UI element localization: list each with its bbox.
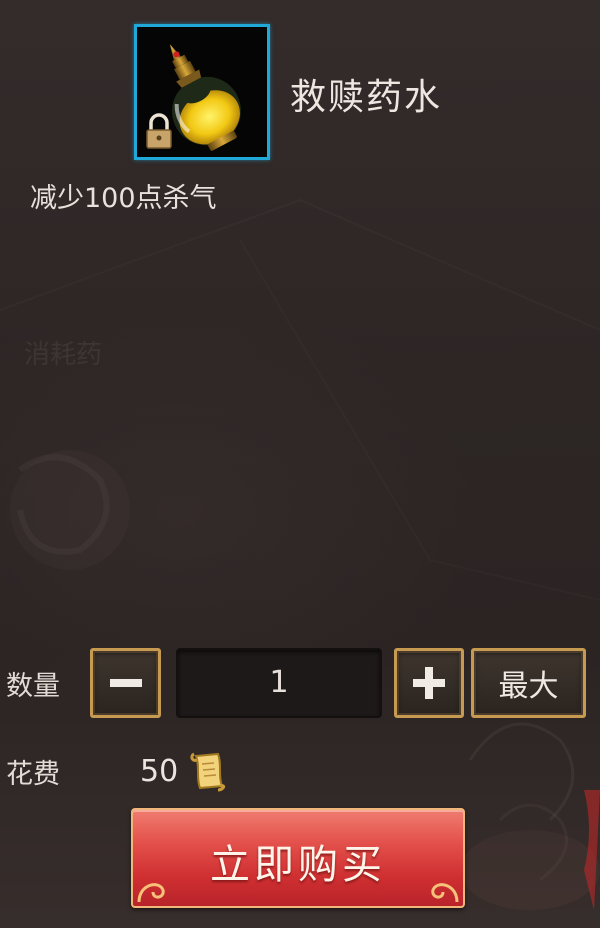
background-decoration <box>10 450 600 910</box>
scroll-currency-icon <box>190 752 226 792</box>
minus-icon <box>109 679 142 687</box>
potion-bottle-icon <box>146 44 241 151</box>
shop-purchase-panel: 消耗药 救赎药水 减少100点杀气 数量 1 最大 花费 50 立即购买 <box>0 0 600 928</box>
increase-quantity-button[interactable] <box>394 648 464 718</box>
decrease-quantity-button[interactable] <box>90 648 161 718</box>
quantity-label: 数量 <box>6 671 60 702</box>
lock-icon <box>146 113 172 149</box>
faded-background-text: 消耗药 <box>24 340 103 370</box>
plus-icon <box>413 667 445 699</box>
cost-value: 50 <box>140 754 179 789</box>
quantity-input[interactable]: 1 <box>176 648 382 718</box>
buy-now-label: 立即购买 <box>210 842 386 888</box>
item-name: 救赎药水 <box>290 77 443 118</box>
max-quantity-button[interactable]: 最大 <box>471 648 586 718</box>
cost-label: 花费 <box>6 759 60 790</box>
item-description: 减少100点杀气 <box>30 183 217 214</box>
buy-now-button[interactable]: 立即购买 <box>131 808 465 908</box>
item-icon-slot[interactable] <box>134 24 270 160</box>
